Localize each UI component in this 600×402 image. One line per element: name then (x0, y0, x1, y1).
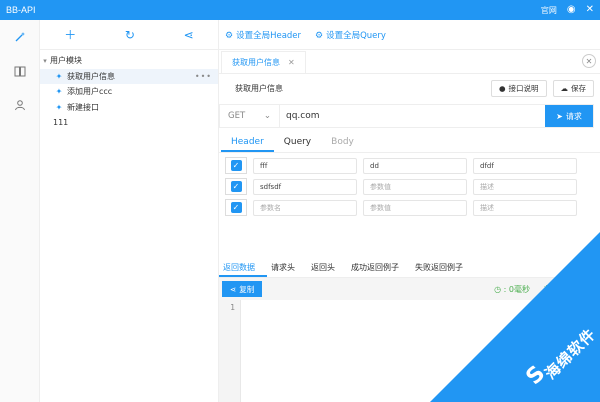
param-desc-input[interactable]: dfdf (473, 157, 577, 174)
tab-success-example[interactable]: 成功返回例子 (347, 262, 411, 277)
share-icon[interactable]: ⋖ (184, 28, 194, 42)
user-icon (14, 100, 25, 111)
global-header-link[interactable]: ⚙ 设置全局Header (225, 29, 301, 41)
global-query-link[interactable]: ⚙ 设置全局Query (315, 29, 386, 41)
line-numbers: 1 (219, 300, 241, 402)
tab-failure-example[interactable]: 失败返回例子 (411, 262, 475, 277)
tree-item[interactable]: ✦ 添加用户ccc (40, 84, 218, 100)
api-actions: ● 接口说明 ☁ 保存 (490, 79, 594, 97)
response-status: ◷ : 0毫秒 状态 (494, 284, 560, 295)
api-name: 获取用户信息 (235, 83, 283, 93)
clock-icon: ◷ (494, 284, 502, 294)
share-icon: ⋖ (230, 284, 237, 294)
cloud-icon: ☁ (560, 83, 569, 93)
tree-item-label: 获取用户信息 (67, 71, 115, 81)
rail-user-button[interactable] (0, 88, 39, 122)
response-time: ◷ : 0毫秒 (494, 284, 530, 294)
param-value-input[interactable]: 参数值 (363, 199, 467, 216)
tree-item-label: 添加用户ccc (67, 87, 113, 97)
chevron-down-icon: ⌄ (263, 111, 271, 121)
tree-group-label: 用户模块 (50, 56, 82, 66)
tab-close-icon[interactable]: ✕ (288, 58, 295, 67)
api-tag-icon: ✦ (55, 87, 63, 97)
save-button[interactable]: ☁ 保存 (552, 79, 594, 97)
tab-body[interactable]: Body (321, 137, 364, 152)
request-bar: GET ⌄ qq.com ➤ 请求 (219, 104, 594, 128)
refresh-icon[interactable]: ↻ (125, 28, 135, 42)
line-number: 1 (230, 303, 235, 312)
param-checkbox[interactable]: ✓ (225, 178, 247, 195)
send-button[interactable]: ➤ 请求 (545, 105, 593, 127)
response-editor[interactable]: 1 (219, 300, 600, 402)
tab-header[interactable]: Header (221, 137, 274, 152)
main-panel: ⚙ 设置全局Header ⚙ 设置全局Query 获取用户信息 ✕ ✕ 获取用户信息… (219, 20, 600, 402)
response-status-label: 状态 (544, 284, 560, 294)
param-table: ✓ fff dd dfdf ✓ sdfsdf 参数值 描述 ✓ 参数名 参数值 … (219, 153, 600, 218)
param-tabs: Header Query Body (219, 131, 600, 153)
open-tabs: 获取用户信息 ✕ ✕ (219, 50, 600, 74)
doc-button[interactable]: ● 接口说明 (490, 79, 547, 97)
website-link[interactable]: 官网 (541, 5, 557, 16)
app-title: BB-API (6, 5, 36, 15)
url-input[interactable]: qq.com (280, 111, 545, 121)
param-value-input[interactable]: dd (363, 157, 467, 174)
param-key-input[interactable]: 参数名 (253, 199, 357, 216)
tree-item[interactable]: ✦ 新建接口 (40, 100, 218, 116)
param-desc-input[interactable]: 描述 (473, 178, 577, 195)
response-tabs: 返回数据 请求头 返回头 成功返回例子 失败返回例子 (219, 258, 600, 278)
global-settings-bar: ⚙ 设置全局Header ⚙ 设置全局Query (219, 20, 600, 50)
param-value-input[interactable]: 参数值 (363, 178, 467, 195)
gear-icon: ⚙ (315, 30, 324, 41)
param-key-input[interactable]: sdfsdf (253, 178, 357, 195)
api-tag-icon: ✦ (55, 71, 63, 81)
close-all-icon[interactable]: ✕ (582, 54, 596, 68)
rail-docs-button[interactable] (0, 54, 39, 88)
add-icon[interactable]: ＋ (64, 26, 76, 43)
tree-item-label: 新建接口 (67, 102, 99, 112)
tab-response-data[interactable]: 返回数据 (219, 262, 267, 277)
param-key-input[interactable]: fff (253, 157, 357, 174)
param-checkbox[interactable]: ✓ (225, 199, 247, 216)
rail-api-button[interactable] (0, 20, 39, 54)
gear-icon: ⚙ (225, 30, 234, 41)
magic-wand-icon (15, 32, 25, 42)
tab-query[interactable]: Query (274, 137, 321, 152)
title-bar-actions: 官网 ◉ ✕ (541, 5, 594, 16)
tab-api[interactable]: 获取用户信息 ✕ (221, 51, 306, 73)
eye-icon[interactable]: ◉ (567, 5, 576, 15)
more-icon[interactable]: ••• (195, 72, 212, 81)
param-desc-input[interactable]: 描述 (473, 199, 577, 216)
copy-button[interactable]: ⋖ 复制 (222, 281, 263, 297)
param-checkbox[interactable]: ✓ (225, 157, 247, 174)
tree-toolbar: ＋ ↻ ⋖ (40, 20, 218, 50)
api-tag-icon: ✦ (55, 102, 63, 112)
tree-item[interactable]: ✦ 获取用户信息 ••• (40, 68, 218, 84)
tree-group[interactable]: ▾ 用户模块 (40, 53, 218, 69)
response-toolbar: ⋖ 复制 ◷ : 0毫秒 状态 (219, 278, 600, 300)
close-icon[interactable]: ✕ (586, 5, 594, 15)
param-row: ✓ 参数名 参数值 描述 (219, 197, 600, 218)
param-row: ✓ sdfsdf 参数值 描述 (219, 176, 600, 197)
tree-root-label: 111 (53, 118, 69, 128)
send-icon: ➤ (556, 111, 563, 121)
title-bar: BB-API 官网 ◉ ✕ (0, 0, 600, 20)
api-tree-pane: ＋ ↻ ⋖ ▾ 用户模块 ✦ 获取用户信息 ••• ✦ 添加用户ccc ✦ 新建… (40, 20, 219, 402)
caret-down-icon: ▾ (43, 56, 47, 65)
bulb-icon: ● (498, 83, 506, 93)
left-rail (0, 20, 40, 402)
tree-root-item[interactable]: 111 (40, 115, 218, 131)
method-select[interactable]: GET ⌄ (220, 105, 280, 127)
tab-response-headers[interactable]: 返回头 (307, 262, 347, 277)
param-row: ✓ fff dd dfdf (219, 155, 600, 176)
api-header: 获取用户信息 ● 接口说明 ☁ 保存 (219, 74, 600, 102)
tab-label: 获取用户信息 (232, 58, 280, 67)
book-icon (14, 66, 25, 77)
api-tree: ▾ 用户模块 ✦ 获取用户信息 ••• ✦ 添加用户ccc ✦ 新建接口 111 (40, 50, 218, 131)
tab-request-headers[interactable]: 请求头 (267, 262, 307, 277)
